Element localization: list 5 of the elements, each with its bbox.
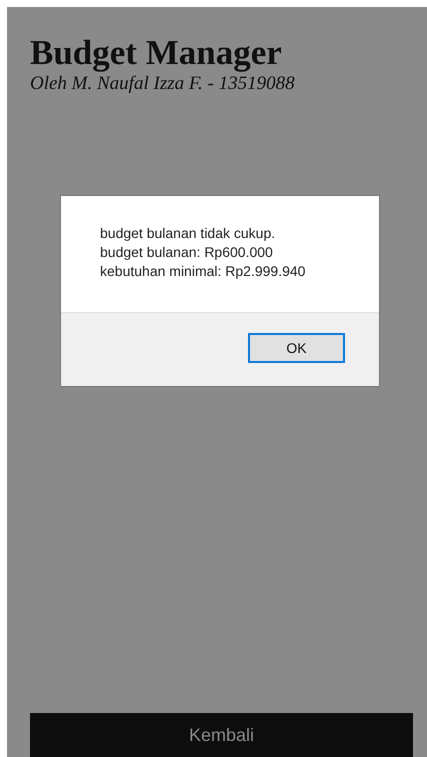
app-title: Budget Manager bbox=[30, 33, 283, 73]
alert-message: budget bulanan tidak cukup. budget bulanan: Rp600.000 kebutuhan minimal: Rp2.999.940 bbox=[100, 224, 306, 281]
ok-button[interactable]: OK bbox=[248, 333, 345, 363]
author-subtitle: Oleh M. Naufal Izza F. - 13519088 bbox=[30, 73, 296, 95]
back-button[interactable]: Kembali bbox=[30, 713, 413, 757]
